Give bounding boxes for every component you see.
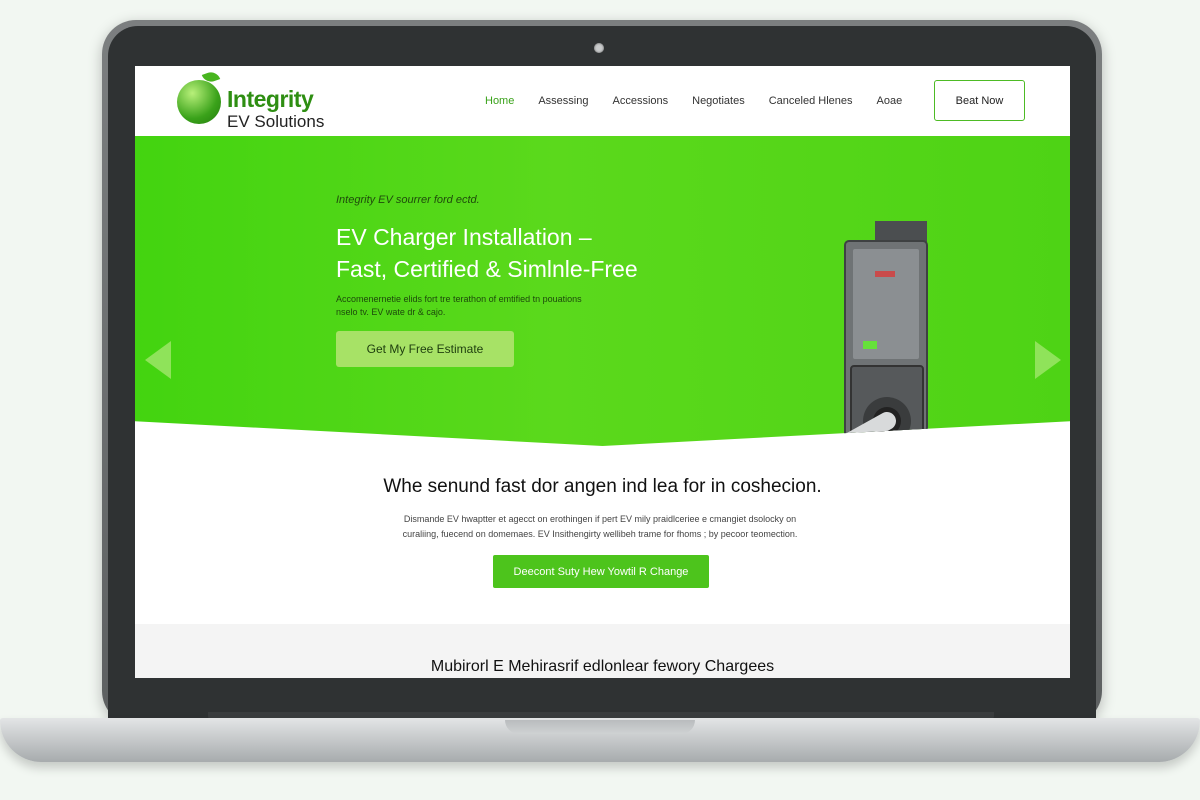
nav-item-accessions[interactable]: Accessions: [612, 95, 668, 107]
intro-description: Dismande EV hwaptter et agecct on erothi…: [350, 512, 850, 542]
chevron-right-icon[interactable]: [1035, 341, 1061, 379]
intro-section: Whe senund fast dor angen ind lea for in…: [135, 446, 1070, 624]
hero-section: Integrity EV sourrer ford ectd. EV Charg…: [135, 136, 1070, 446]
browser-screen: Integrity EV Solutions Home Assessing Ac…: [135, 66, 1070, 678]
main-nav: Home Assessing Accessions Negotiates Can…: [485, 66, 926, 136]
chargers-title: Mubirorl E Mehirasrif edlonlear fewory C…: [430, 658, 775, 675]
hero-title-line2: Fast, Certified & Simlnle-Free: [336, 256, 638, 282]
nav-item-assessing[interactable]: Assessing: [538, 95, 588, 107]
camera-icon: [594, 43, 604, 53]
nav-item-aoae[interactable]: Aoae: [877, 95, 903, 107]
intro-description-line2: curaliing, fuecend on domemaes. EV Insit…: [402, 529, 798, 539]
nav-item-home[interactable]: Home: [485, 95, 514, 107]
logo-subtitle: EV Solutions: [227, 112, 325, 131]
nav-item-canceled-hlenes[interactable]: Canceled Hlenes: [769, 95, 853, 107]
nav-item-negotiates[interactable]: Negotiates: [692, 95, 745, 107]
free-estimate-button[interactable]: Get My Free Estimate: [336, 331, 514, 367]
laptop-notch: [505, 720, 695, 734]
intro-description-line1: Dismande EV hwaptter et agecct on erothi…: [403, 514, 797, 524]
hero-description-line1: Accomenernetie elids fort tre terathon o…: [336, 294, 582, 304]
hero-title-line1: EV Charger Installation –: [336, 224, 592, 250]
hero-description: Accomenernetie elids fort tre terathon o…: [336, 293, 656, 319]
hero-description-line2: nselo tv. EV wate dr & cajo.: [336, 307, 446, 317]
logo[interactable]: Integrity EV Solutions: [177, 69, 337, 132]
intro-cta-button[interactable]: Deecont Suty Hew Yowtil R Change: [493, 555, 709, 588]
hero-title: EV Charger Installation – Fast, Certifie…: [336, 221, 756, 285]
logo-mark-icon: [177, 80, 221, 124]
logo-name: Integrity: [227, 86, 314, 112]
intro-title: Whe senund fast dor angen ind lea for in…: [383, 476, 822, 497]
site-header: Integrity EV Solutions Home Assessing Ac…: [135, 66, 1070, 136]
chargers-section: Mubirorl E Mehirasrif edlonlear fewory C…: [135, 624, 1070, 678]
chevron-left-icon[interactable]: [145, 341, 171, 379]
hero-eyebrow: Integrity EV sourrer ford ectd.: [336, 194, 480, 206]
book-now-button[interactable]: Beat Now: [934, 80, 1025, 121]
